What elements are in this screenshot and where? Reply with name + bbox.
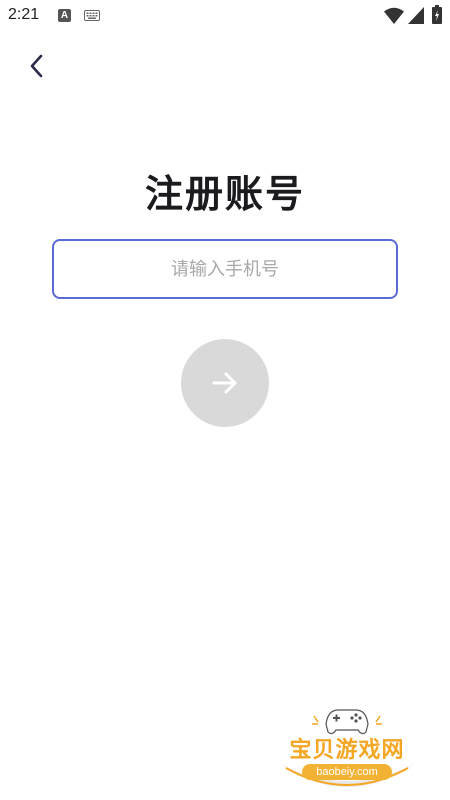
status-time: 2:21	[8, 6, 40, 23]
phone-input-container	[52, 239, 398, 299]
gamepad-icon	[325, 709, 369, 735]
wifi-icon	[384, 7, 404, 24]
arrow-right-icon	[212, 372, 237, 394]
signal-icon	[408, 7, 424, 24]
register-screen: 2:21 A 注册账号 请输入手机号 宝贝游戏网 baobeiy.com	[0, 0, 450, 800]
battery-icon	[432, 5, 442, 24]
phone-input[interactable]	[54, 241, 396, 297]
a-notification-icon: A	[58, 9, 71, 22]
back-button[interactable]	[18, 48, 54, 84]
page-title: 注册账号	[144, 172, 305, 216]
watermark-logo: 宝贝游戏网 baobeiy.com	[272, 702, 422, 798]
chevron-left-icon	[30, 54, 43, 78]
keyboard-icon	[84, 10, 100, 21]
status-bar: 2:21 A	[0, 0, 450, 32]
watermark-url: baobeiy.com	[302, 764, 392, 780]
watermark-title: 宝贝游戏网	[289, 738, 405, 763]
next-button[interactable]	[181, 339, 269, 427]
